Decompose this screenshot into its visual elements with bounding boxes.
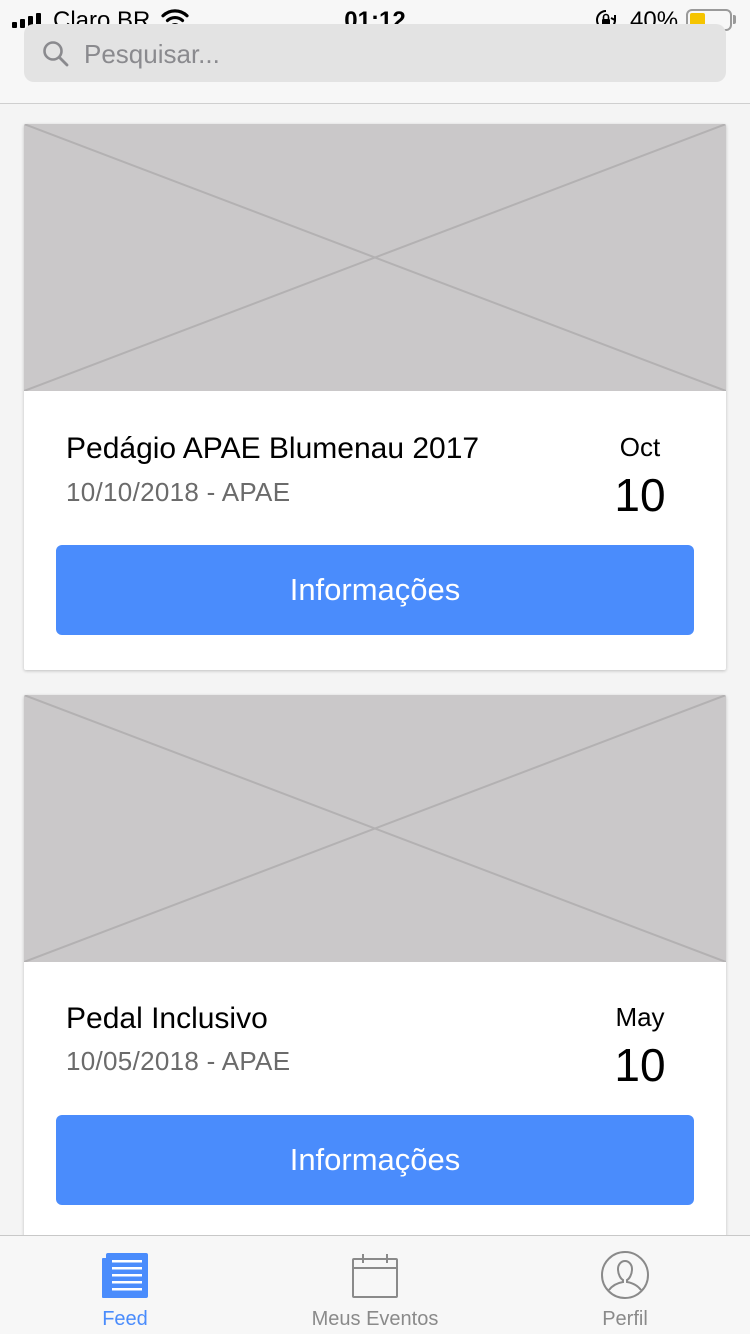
search-bar[interactable] xyxy=(24,24,726,82)
tab-perfil[interactable]: Perfil xyxy=(500,1236,750,1334)
event-image-placeholder xyxy=(24,124,726,391)
event-day: 10 xyxy=(614,1039,666,1091)
event-image-placeholder xyxy=(24,695,726,962)
newspaper-icon xyxy=(102,1253,148,1298)
info-button[interactable]: Informações xyxy=(56,1115,694,1205)
search-input[interactable] xyxy=(84,24,704,82)
event-title: Pedágio APAE Blumenau 2017 xyxy=(66,432,480,465)
event-card: Pedágio APAE Blumenau 2017 10/10/2018 - … xyxy=(24,124,726,670)
event-day: 10 xyxy=(614,469,666,521)
tab-label: Feed xyxy=(102,1308,148,1330)
user-icon xyxy=(601,1251,649,1299)
tab-label: Perfil xyxy=(602,1308,648,1330)
tab-bar: Feed Meus Eventos Perfil xyxy=(0,1235,750,1334)
tab-feed[interactable]: Feed xyxy=(0,1236,250,1334)
event-card: Pedal Inclusivo 10/05/2018 - APAE May 10… xyxy=(24,695,726,1255)
search-icon xyxy=(43,41,69,67)
event-date-organizer: 10/10/2018 - APAE xyxy=(66,477,291,507)
header: Claro BR 01:12 40% xyxy=(0,0,750,104)
calendar-icon xyxy=(352,1254,398,1298)
tab-meus-eventos[interactable]: Meus Eventos xyxy=(250,1236,500,1334)
image-placeholder-icon xyxy=(24,124,726,391)
image-placeholder-icon xyxy=(24,695,726,962)
event-month: May xyxy=(615,1002,665,1032)
event-date-organizer: 10/05/2018 - APAE xyxy=(66,1046,291,1076)
event-title: Pedal Inclusivo xyxy=(66,1002,268,1035)
battery-terminal xyxy=(733,15,736,24)
info-button[interactable]: Informações xyxy=(56,545,694,635)
event-month: Oct xyxy=(619,432,661,462)
tab-label: Meus Eventos xyxy=(311,1308,439,1330)
